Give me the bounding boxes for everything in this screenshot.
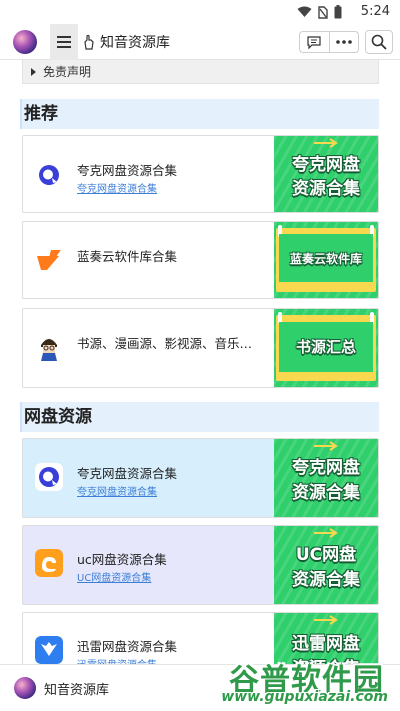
app-logo[interactable] xyxy=(13,30,37,54)
disclaimer-toggle[interactable]: 免责声明 xyxy=(22,60,379,84)
header-action-group xyxy=(299,31,359,53)
card-title: uc网盘资源合集 xyxy=(77,552,167,567)
banner-line-2: 资源合集 xyxy=(292,179,360,199)
menu-button[interactable] xyxy=(50,24,78,60)
no-sim-icon xyxy=(318,5,328,19)
card-banner: 书源汇总 xyxy=(274,309,378,387)
banner-line-1: 书源汇总 xyxy=(295,338,356,356)
card-title: 夸克网盘资源合集 xyxy=(77,163,178,178)
arrow-icon xyxy=(314,441,338,451)
resource-card[interactable]: 夸克网盘资源合集 夸克网盘资源合集 夸克网盘 资源合集 xyxy=(22,135,379,213)
app-logo xyxy=(14,677,36,699)
banner-line-2: 资源合集 xyxy=(292,570,360,590)
section-title-cloud-drive: 网盘资源 xyxy=(20,402,379,432)
card-title: 迅雷网盘资源合集 xyxy=(77,639,178,654)
comment-button[interactable] xyxy=(300,32,330,52)
hamburger-icon xyxy=(57,36,71,48)
search-icon xyxy=(371,34,387,50)
page-hand-icon xyxy=(84,34,94,50)
comment-icon xyxy=(307,35,321,49)
more-dots-icon xyxy=(335,40,352,44)
section-title-recommended: 推荐 xyxy=(20,99,379,129)
disclaimer-label: 免责声明 xyxy=(43,65,92,79)
arrow-icon xyxy=(314,615,338,625)
card-banner: 夸克网盘 资源合集 xyxy=(274,136,378,212)
resource-card[interactable]: uc网盘资源合集 UC网盘资源合集 UC网盘 资源合集 xyxy=(22,525,379,605)
resource-card[interactable]: 迅雷网盘资源合集 迅雷网盘资源合集 迅雷网盘 资源合集 xyxy=(22,612,379,664)
bottom-title: 知音资源库 xyxy=(44,683,110,698)
card-banner: UC网盘 资源合集 xyxy=(274,526,378,604)
card-link[interactable]: UC网盘资源合集 xyxy=(77,569,151,584)
more-button[interactable] xyxy=(330,32,359,52)
banner-line-1: 蓝奏云软件库 xyxy=(289,252,362,266)
app-header: 知音资源库 xyxy=(0,24,400,60)
status-bar: 5:24 xyxy=(0,0,400,24)
clock: 5:24 xyxy=(360,4,390,19)
xunlei-icon xyxy=(35,636,63,664)
arrow-icon xyxy=(314,138,338,148)
card-title: 蓝奏云软件库合集 xyxy=(77,249,178,264)
wifi-icon xyxy=(297,6,312,17)
resource-card[interactable]: 书源、漫画源、影视源、音乐… 书源汇总 xyxy=(22,308,379,388)
banner-line-1: 夸克网盘 xyxy=(292,155,360,175)
banner-line-1: 夸克网盘 xyxy=(292,458,360,478)
card-title: 夸克网盘资源合集 xyxy=(77,466,178,481)
bottom-bar[interactable]: 知音资源库 xyxy=(0,664,400,711)
battery-icon xyxy=(334,5,342,19)
resource-card[interactable]: 夸克网盘资源合集 夸克网盘资源合集 夸克网盘 资源合集 xyxy=(22,438,379,518)
lanzou-icon xyxy=(37,250,61,270)
main-content[interactable]: 免责声明 推荐 夸克网盘资源合集 夸克网盘资源合集 夸克网盘 资源合集 蓝奏云软… xyxy=(0,60,400,664)
conan-avatar-icon xyxy=(35,333,63,361)
card-link[interactable]: 夸克网盘资源合集 xyxy=(77,180,157,195)
banner-line-2: 资源合集 xyxy=(292,483,360,503)
quark-icon xyxy=(35,463,63,491)
page-title: 知音资源库 xyxy=(100,35,170,51)
expand-triangle-icon xyxy=(31,67,36,76)
card-link[interactable]: 迅雷网盘资源合集 xyxy=(77,656,157,664)
banner-line-1: 迅雷网盘 xyxy=(292,634,360,654)
card-link[interactable]: 夸克网盘资源合集 xyxy=(77,483,157,498)
card-banner: 迅雷网盘 资源合集 xyxy=(274,613,378,664)
system-icons xyxy=(297,5,342,19)
quark-icon xyxy=(35,161,63,189)
card-title: 书源、漫画源、影视源、音乐… xyxy=(77,336,253,351)
banner-line-2: 资源合集 xyxy=(274,654,378,664)
banner-line-1: UC网盘 xyxy=(295,545,357,565)
search-button[interactable] xyxy=(365,30,393,54)
uc-icon xyxy=(35,549,63,577)
arrow-icon xyxy=(314,528,338,538)
resource-card[interactable]: 蓝奏云软件库合集 蓝奏云软件库 xyxy=(22,221,379,299)
card-banner: 蓝奏云软件库 xyxy=(274,222,378,298)
card-banner: 夸克网盘 资源合集 xyxy=(274,439,378,517)
